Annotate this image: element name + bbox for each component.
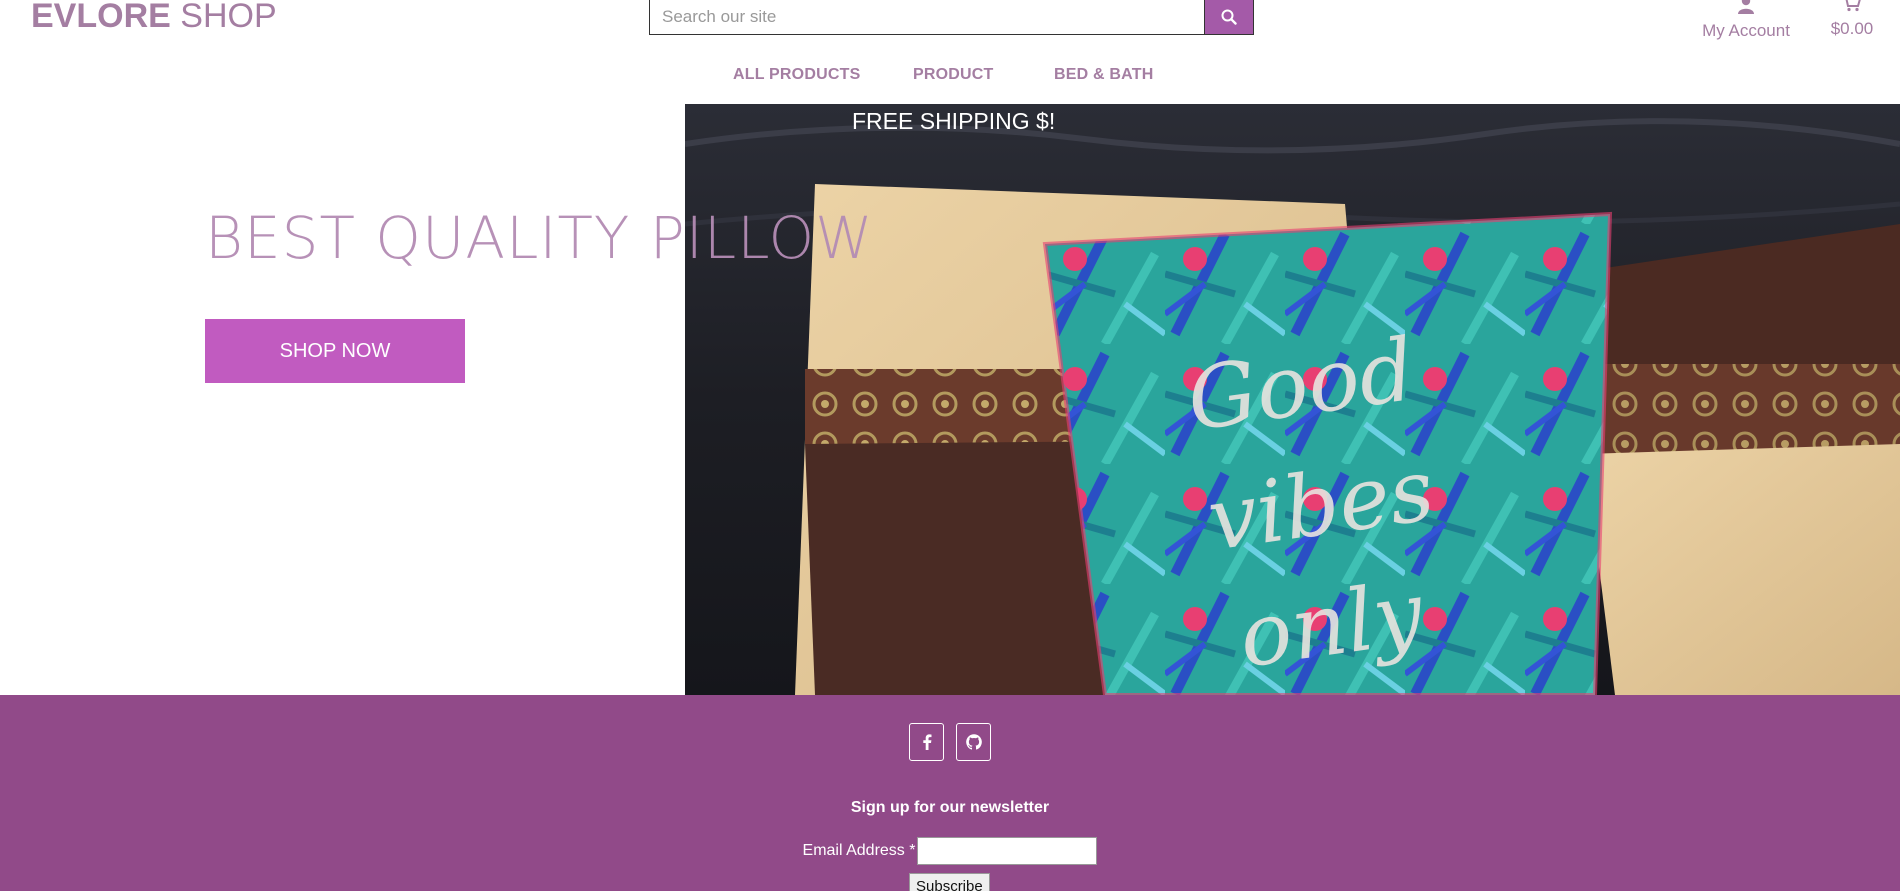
newsletter-title: Sign up for our newsletter <box>850 799 1050 816</box>
shop-now-button[interactable]: SHOP NOW <box>205 319 465 383</box>
hero-image: Good vibes only <box>685 104 1900 695</box>
facebook-icon <box>922 734 931 750</box>
github-link[interactable] <box>956 723 991 761</box>
social-links <box>0 723 1900 761</box>
nav-item-bed-bath[interactable]: BED & BATH <box>1054 66 1153 84</box>
search-icon <box>1221 9 1237 25</box>
email-label: Email Address * <box>802 842 916 859</box>
my-account-label: My Account <box>1702 21 1790 40</box>
subscribe-button[interactable]: Subscribe <box>909 873 990 891</box>
hero-title: BEST QUALITY PILLOW <box>205 204 874 272</box>
email-field[interactable] <box>917 837 1098 865</box>
search-button[interactable] <box>1204 0 1254 35</box>
nav-item-product[interactable]: PRODUCT <box>913 66 994 84</box>
search-input[interactable] <box>649 0 1204 35</box>
cart-link[interactable]: $0.00 <box>1822 0 1882 39</box>
my-account-link[interactable]: My Account <box>1698 0 1794 41</box>
logo-brand: EVLORE <box>31 0 171 35</box>
user-icon <box>1738 0 1754 14</box>
search-form <box>649 0 1254 35</box>
facebook-link[interactable] <box>909 723 944 761</box>
cart-total: $0.00 <box>1830 19 1874 38</box>
cart-icon <box>1845 0 1861 12</box>
footer: Sign up for our newsletter Email Address… <box>0 695 1900 891</box>
newsletter-form: Email Address * <box>0 837 1900 865</box>
free-shipping-banner: FREE SHIPPING $! <box>852 108 1056 134</box>
site-logo[interactable]: EVLORE SHOP <box>31 0 277 36</box>
main-nav: ALL PRODUCTS PRODUCT BED & BATH <box>0 66 1900 86</box>
github-icon <box>965 734 982 750</box>
logo-suffix: SHOP <box>180 0 277 35</box>
nav-item-all-products[interactable]: ALL PRODUCTS <box>733 66 860 84</box>
